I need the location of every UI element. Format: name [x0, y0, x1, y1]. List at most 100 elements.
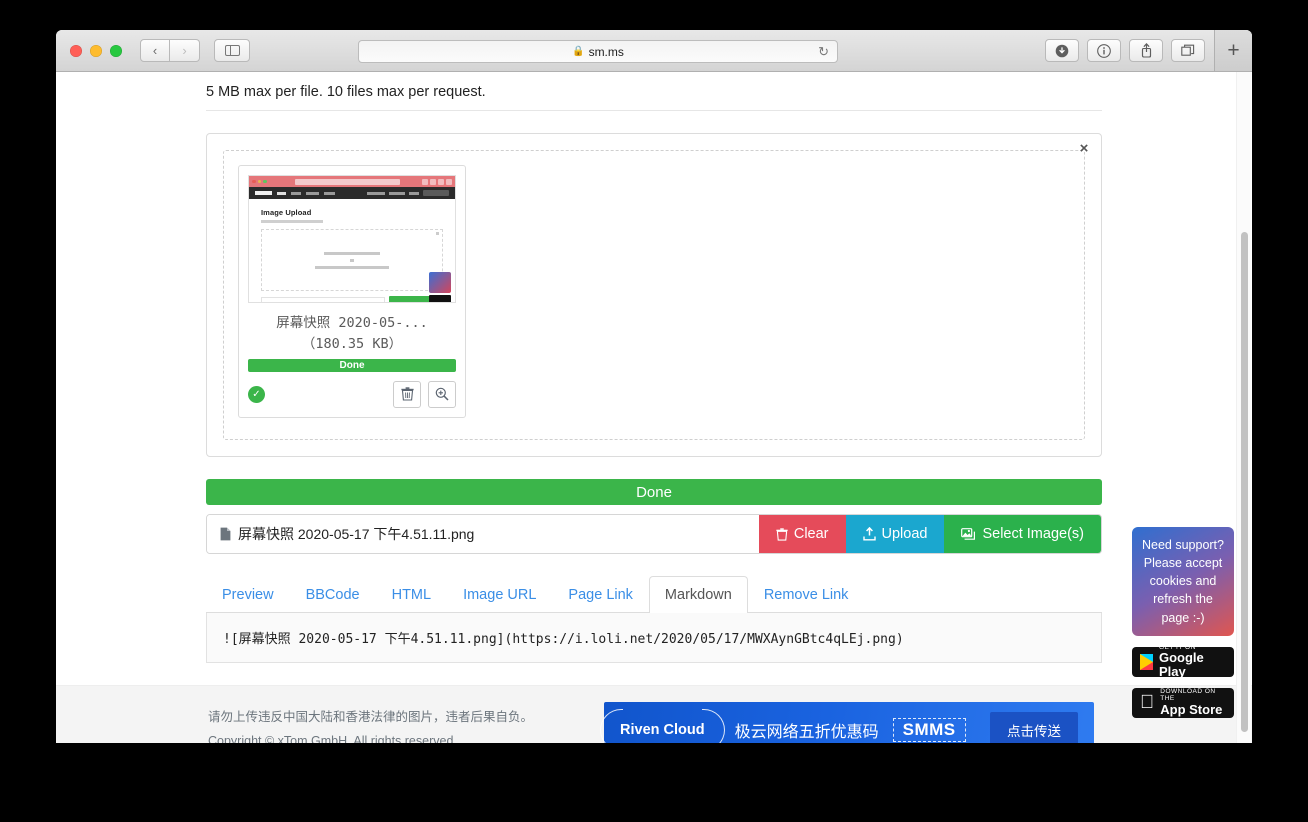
close-icon[interactable]: ×: [1074, 138, 1094, 158]
tab-html[interactable]: HTML: [376, 576, 447, 613]
file-name-field[interactable]: 屏幕快照 2020-05-17 下午4.51.11.png: [207, 515, 759, 553]
ad-promo-code: SMMS: [892, 717, 966, 742]
close-window-button[interactable]: [70, 44, 82, 57]
tab-preview[interactable]: Preview: [206, 576, 290, 613]
window-controls: [70, 44, 122, 57]
page-footer: 请勿上传违反中国大陆和香港法律的图片，违者后果自负。 Copyright © x…: [56, 685, 1252, 743]
clear-button[interactable]: Clear: [758, 515, 846, 553]
upload-icon: [862, 527, 876, 541]
ad-banner[interactable]: Riven Cloud 极云网络五折优惠码 SMMS 点击传送: [604, 701, 1094, 743]
share-button[interactable]: [1129, 39, 1163, 62]
sidebar-icon: [224, 45, 240, 56]
zoom-thumbnail-button[interactable]: [428, 380, 456, 408]
thumbnail-filesize: （180.35 KB）: [301, 335, 403, 352]
new-tab-button[interactable]: +: [1214, 30, 1252, 71]
thumbnail-progress-label: Done: [339, 359, 365, 371]
ad-cta-button[interactable]: 点击传送: [990, 711, 1078, 743]
app-store-small-label: Download on the: [1146, 688, 1219, 701]
clear-label: Clear: [793, 526, 829, 542]
browser-toolbar-right: [1045, 39, 1205, 62]
support-widget[interactable]: Need support? Please accept cookies and …: [1132, 527, 1234, 636]
forward-button[interactable]: ›: [170, 39, 200, 62]
upload-card: × Image Upload 屏幕快照 2020-05-... （180.35 …: [206, 133, 1102, 457]
address-bar[interactable]: 🔒 sm.ms ↻: [358, 40, 838, 63]
browser-titlebar: ‹ › 🔒 sm.ms ↻ +: [56, 30, 1252, 72]
upload-button[interactable]: Upload: [845, 515, 945, 553]
address-bar-url: sm.ms: [588, 44, 624, 59]
trash-icon: [776, 527, 788, 541]
info-button[interactable]: [1087, 39, 1121, 62]
app-store-big-label: App Store: [1146, 698, 1222, 715]
mini-titlebar: [249, 176, 455, 187]
mini-navbar: [249, 187, 455, 199]
mini-address-bar: [295, 178, 400, 185]
mini-close-dot: [252, 179, 256, 183]
sidebar-toggle-button[interactable]: [214, 39, 250, 62]
file-input-group: 屏幕快照 2020-05-17 下午4.51.11.png Clear Uplo…: [206, 514, 1102, 554]
tab-page-link[interactable]: Page Link: [552, 576, 649, 613]
tab-overview-icon: [1181, 44, 1195, 56]
info-icon: [1097, 43, 1111, 58]
file-icon: [220, 527, 231, 541]
mini-body: Image Upload: [249, 199, 455, 302]
lock-icon: 🔒: [572, 46, 585, 57]
footer-text: 请勿上传违反中国大陆和香港法律的图片，违者后果自负。 Copyright © x…: [206, 706, 533, 743]
footer-legal-notice: 请勿上传违反中国大陆和香港法律的图片，违者后果自负。: [208, 710, 534, 725]
tab-remove-link[interactable]: Remove Link: [748, 576, 865, 613]
mini-min-dot: [257, 179, 261, 183]
trash-icon: [400, 387, 414, 401]
output-format-tabs: Preview BBCode HTML Image URL Page Link …: [206, 576, 1102, 613]
thumbnail-progress-bar: Done: [248, 358, 456, 372]
upload-label: Upload: [881, 526, 928, 542]
mini-dropzone: [261, 229, 443, 291]
page-viewport: 5 MB max per file. 10 files max per requ…: [56, 72, 1252, 743]
thumbnail-actions: ✓: [248, 380, 456, 408]
ad-logo: Riven Cloud: [620, 722, 721, 738]
footer-copyright: Copyright © xTom GmbH. All rights reserv…: [208, 733, 457, 744]
tab-image-url[interactable]: Image URL: [447, 576, 552, 613]
select-images-label: Select Image(s): [982, 526, 1084, 542]
downloads-button[interactable]: [1045, 39, 1079, 62]
page-scrollbar[interactable]: [1236, 72, 1251, 743]
file-name-value: 屏幕快照 2020-05-17 下午4.51.11.png: [238, 526, 475, 542]
dropzone[interactable]: Image Upload 屏幕快照 2020-05-... （180.35 KB…: [223, 150, 1085, 440]
mini-right-rail: [429, 272, 451, 302]
tab-bbcode[interactable]: BBCode: [290, 576, 376, 613]
upload-status-label: Done: [636, 483, 672, 501]
minimize-window-button[interactable]: [90, 44, 102, 57]
ad-text: 极云网络五折优惠码: [734, 723, 879, 741]
maximize-window-button[interactable]: [110, 44, 122, 57]
navigation-buttons: ‹ ›: [140, 39, 200, 62]
back-button[interactable]: ‹: [140, 39, 170, 62]
tab-overview-button[interactable]: [1171, 39, 1205, 62]
thumbnail-image[interactable]: Image Upload: [248, 175, 456, 303]
reload-icon[interactable]: ↻: [818, 44, 829, 60]
new-tab-label: +: [1227, 38, 1240, 62]
images-icon: [961, 527, 976, 540]
markdown-code-output[interactable]: ![屏幕快照 2020-05-17 下午4.51.11.png](https:/…: [206, 613, 1102, 663]
tab-markdown[interactable]: Markdown: [648, 576, 748, 613]
upload-thumbnail-card: Image Upload 屏幕快照 2020-05-... （180.35 KB…: [238, 165, 466, 418]
divider: [206, 110, 1102, 111]
download-icon: [1055, 44, 1069, 57]
google-play-big-label: Google Play: [1159, 650, 1204, 680]
content-container: 5 MB max per file. 10 files max per requ…: [206, 72, 1102, 663]
mini-max-dot: [263, 179, 267, 183]
mini-toolbar: [422, 178, 452, 185]
upload-status-bar: Done: [206, 479, 1102, 505]
upload-limits-note: 5 MB max per file. 10 files max per requ…: [206, 84, 486, 100]
share-icon: [1141, 43, 1151, 58]
mini-heading: Image Upload: [261, 208, 312, 217]
magnify-plus-icon: [435, 388, 449, 401]
apple-icon: : [1140, 693, 1154, 712]
select-images-button[interactable]: Select Image(s): [944, 515, 1101, 553]
delete-thumbnail-button[interactable]: [393, 380, 421, 408]
google-play-badge[interactable]: GET IT ON Google Play: [1132, 644, 1234, 680]
browser-window: ‹ › 🔒 sm.ms ↻ + 5 MB max per file. 10 fi…: [56, 30, 1252, 743]
app-store-badge[interactable]:  Download on the App Store: [1132, 687, 1234, 718]
thumbnail-filename: 屏幕快照 2020-05-...: [276, 315, 428, 331]
mini-window-controls: [252, 179, 267, 183]
check-circle-icon: ✓: [248, 385, 265, 403]
scrollbar-thumb[interactable]: [1241, 232, 1248, 732]
google-play-icon: [1140, 653, 1153, 670]
